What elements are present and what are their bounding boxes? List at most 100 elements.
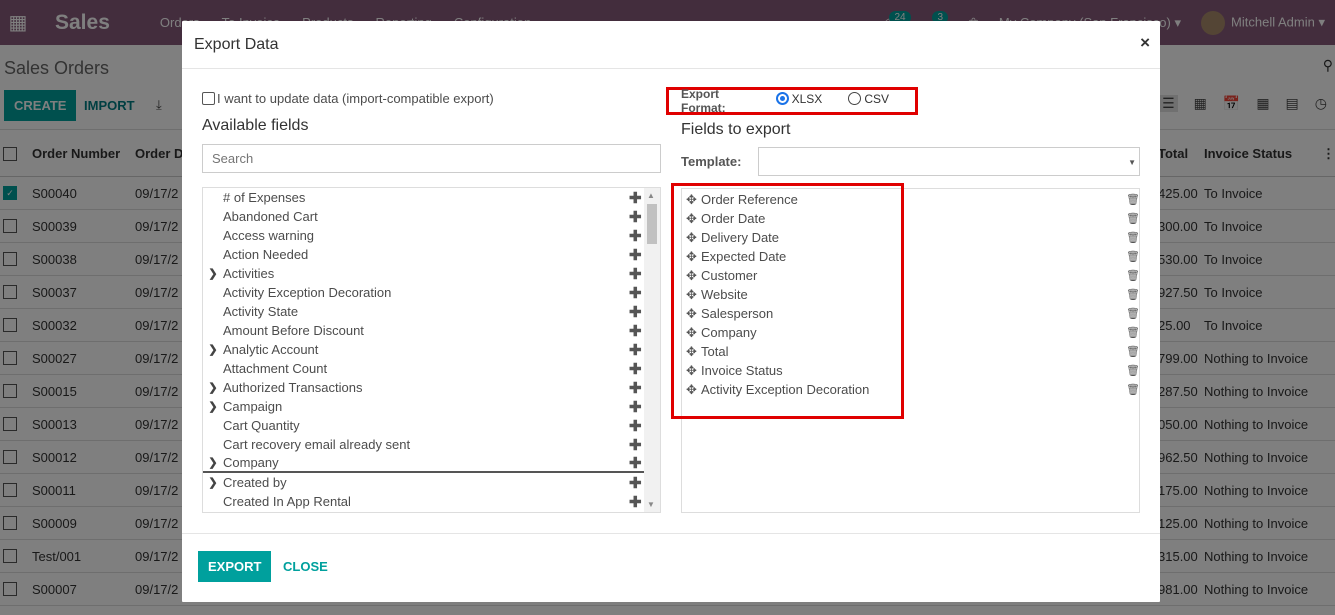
add-field-icon[interactable]: ✚ — [629, 360, 642, 378]
available-field-item[interactable]: ❯ Authorized Transactions ✚ — [203, 378, 660, 397]
available-field-item[interactable]: Access warning ✚ — [203, 226, 660, 245]
add-field-icon[interactable]: ✚ — [629, 189, 642, 207]
trash-icon[interactable]: 🗑 — [1126, 231, 1140, 244]
export-field-item[interactable]: ✥ Order Date 🗑 — [682, 209, 1140, 228]
format-xlsx-radio[interactable]: XLSX — [775, 92, 822, 106]
export-field-item[interactable]: ✥ Order Reference 🗑 — [682, 190, 1140, 209]
available-field-item[interactable]: Abandoned Cart ✚ — [203, 207, 660, 226]
export-field-item[interactable]: ✥ Website 🗑 — [682, 285, 1140, 304]
available-field-item[interactable]: Activity State ✚ — [203, 302, 660, 321]
field-name: Created by — [223, 475, 287, 490]
available-field-item[interactable]: Cart Quantity ✚ — [203, 416, 660, 435]
drag-handle-icon[interactable]: ✥ — [686, 344, 701, 360]
add-field-icon[interactable]: ✚ — [629, 398, 642, 416]
add-field-icon[interactable]: ✚ — [629, 284, 642, 302]
add-field-icon[interactable]: ✚ — [629, 227, 642, 245]
chevron-right-icon[interactable]: ❯ — [203, 343, 223, 356]
add-field-icon[interactable]: ✚ — [629, 341, 642, 359]
field-name: Invoice Status — [701, 363, 783, 378]
add-field-icon[interactable]: ✚ — [629, 493, 642, 511]
radio-unselected[interactable] — [848, 92, 862, 105]
add-field-icon[interactable]: ✚ — [629, 303, 642, 321]
drag-handle-icon[interactable]: ✥ — [686, 192, 701, 208]
add-field-icon[interactable]: ✚ — [629, 322, 642, 340]
close-icon[interactable]: × — [1140, 33, 1150, 53]
radio-selected[interactable] — [775, 92, 789, 105]
drag-handle-icon[interactable]: ✥ — [686, 211, 701, 227]
export-field-item[interactable]: ✥ Expected Date 🗑 — [682, 247, 1140, 266]
add-field-icon[interactable]: ✚ — [629, 379, 642, 397]
trash-icon[interactable]: 🗑 — [1126, 326, 1140, 339]
drag-handle-icon[interactable]: ✥ — [686, 249, 701, 265]
field-name: Access warning — [223, 228, 315, 243]
drag-handle-icon[interactable]: ✥ — [686, 363, 701, 379]
checkbox[interactable] — [202, 92, 215, 105]
available-field-item[interactable]: ❯ Activities ✚ — [203, 264, 660, 283]
trash-icon[interactable]: 🗑 — [1126, 345, 1140, 358]
export-field-item[interactable]: ✥ Salesperson 🗑 — [682, 304, 1140, 323]
export-field-item[interactable]: ✥ Total 🗑 — [682, 342, 1140, 361]
scrollbar[interactable]: ▲ ▼ — [644, 188, 660, 512]
trash-icon[interactable]: 🗑 — [1126, 193, 1140, 206]
add-field-icon[interactable]: ✚ — [629, 417, 642, 435]
available-field-item[interactable]: # of Expenses ✚ — [203, 188, 660, 207]
chevron-right-icon[interactable]: ❯ — [203, 456, 223, 469]
caret-down-icon: ▼ — [1128, 158, 1136, 167]
search-input[interactable] — [202, 144, 661, 173]
trash-icon[interactable]: 🗑 — [1126, 307, 1140, 320]
drag-handle-icon[interactable]: ✥ — [686, 268, 701, 284]
available-field-item[interactable]: Action Needed ✚ — [203, 245, 660, 264]
scroll-up-icon[interactable]: ▲ — [647, 191, 655, 200]
drag-handle-icon[interactable]: ✥ — [686, 306, 701, 322]
available-field-item[interactable]: ❯ Created by ✚ — [203, 473, 660, 492]
fields-to-export-title: Fields to export — [681, 121, 791, 138]
available-field-item[interactable]: Attachment Count ✚ — [203, 359, 660, 378]
add-field-icon[interactable]: ✚ — [629, 208, 642, 226]
available-field-item[interactable]: Cart recovery email already sent ✚ — [203, 435, 660, 454]
add-field-icon[interactable]: ✚ — [629, 436, 642, 454]
export-field-item[interactable]: ✥ Delivery Date 🗑 — [682, 228, 1140, 247]
trash-icon[interactable]: 🗑 — [1126, 383, 1140, 396]
drag-handle-icon[interactable]: ✥ — [686, 325, 701, 341]
trash-icon[interactable]: 🗑 — [1126, 250, 1140, 263]
scroll-thumb[interactable] — [647, 204, 657, 244]
export-field-item[interactable]: ✥ Company 🗑 — [682, 323, 1140, 342]
trash-icon[interactable]: 🗑 — [1126, 288, 1140, 301]
close-button[interactable]: CLOSE — [283, 559, 328, 574]
drag-handle-icon[interactable]: ✥ — [686, 382, 701, 398]
export-field-item[interactable]: ✥ Invoice Status 🗑 — [682, 361, 1140, 380]
format-csv-radio[interactable]: CSV — [848, 92, 889, 106]
template-label: Template: — [681, 154, 742, 169]
drag-handle-icon[interactable]: ✥ — [686, 287, 701, 303]
field-name: Order Reference — [701, 192, 798, 207]
chevron-right-icon[interactable]: ❯ — [203, 267, 223, 280]
field-name: Activity State — [223, 304, 299, 319]
scroll-down-icon[interactable]: ▼ — [647, 500, 655, 509]
add-field-icon[interactable]: ✚ — [629, 265, 642, 283]
available-field-item[interactable]: Amount Before Discount ✚ — [203, 321, 660, 340]
available-field-item[interactable]: ❯ Analytic Account ✚ — [203, 340, 660, 359]
available-field-item[interactable]: ❯ Company ✚ — [203, 454, 660, 473]
trash-icon[interactable]: 🗑 — [1126, 364, 1140, 377]
export-field-item[interactable]: ✥ Activity Exception Decoration 🗑 — [682, 380, 1140, 399]
available-field-item[interactable]: Created In App Rental ✚ — [203, 492, 660, 511]
available-field-item[interactable]: Activity Exception Decoration ✚ — [203, 283, 660, 302]
add-field-icon[interactable]: ✚ — [629, 454, 642, 472]
export-button[interactable]: EXPORT — [198, 551, 272, 582]
available-fields-panel: I want to update data (import-compatible… — [202, 91, 662, 173]
trash-icon[interactable]: 🗑 — [1126, 269, 1140, 282]
template-select[interactable]: ▼ — [758, 147, 1140, 176]
modal-title: Export Data — [194, 35, 279, 53]
format-csv-label: CSV — [864, 91, 889, 106]
add-field-icon[interactable]: ✚ — [629, 246, 642, 264]
trash-icon[interactable]: 🗑 — [1126, 212, 1140, 225]
chevron-right-icon[interactable]: ❯ — [203, 381, 223, 394]
chevron-right-icon[interactable]: ❯ — [203, 400, 223, 413]
chevron-right-icon[interactable]: ❯ — [203, 476, 223, 489]
field-name: Amount Before Discount — [223, 323, 364, 338]
import-compatible-checkbox[interactable]: I want to update data (import-compatible… — [202, 91, 662, 106]
drag-handle-icon[interactable]: ✥ — [686, 230, 701, 246]
add-field-icon[interactable]: ✚ — [629, 474, 642, 492]
export-field-item[interactable]: ✥ Customer 🗑 — [682, 266, 1140, 285]
available-field-item[interactable]: ❯ Campaign ✚ — [203, 397, 660, 416]
